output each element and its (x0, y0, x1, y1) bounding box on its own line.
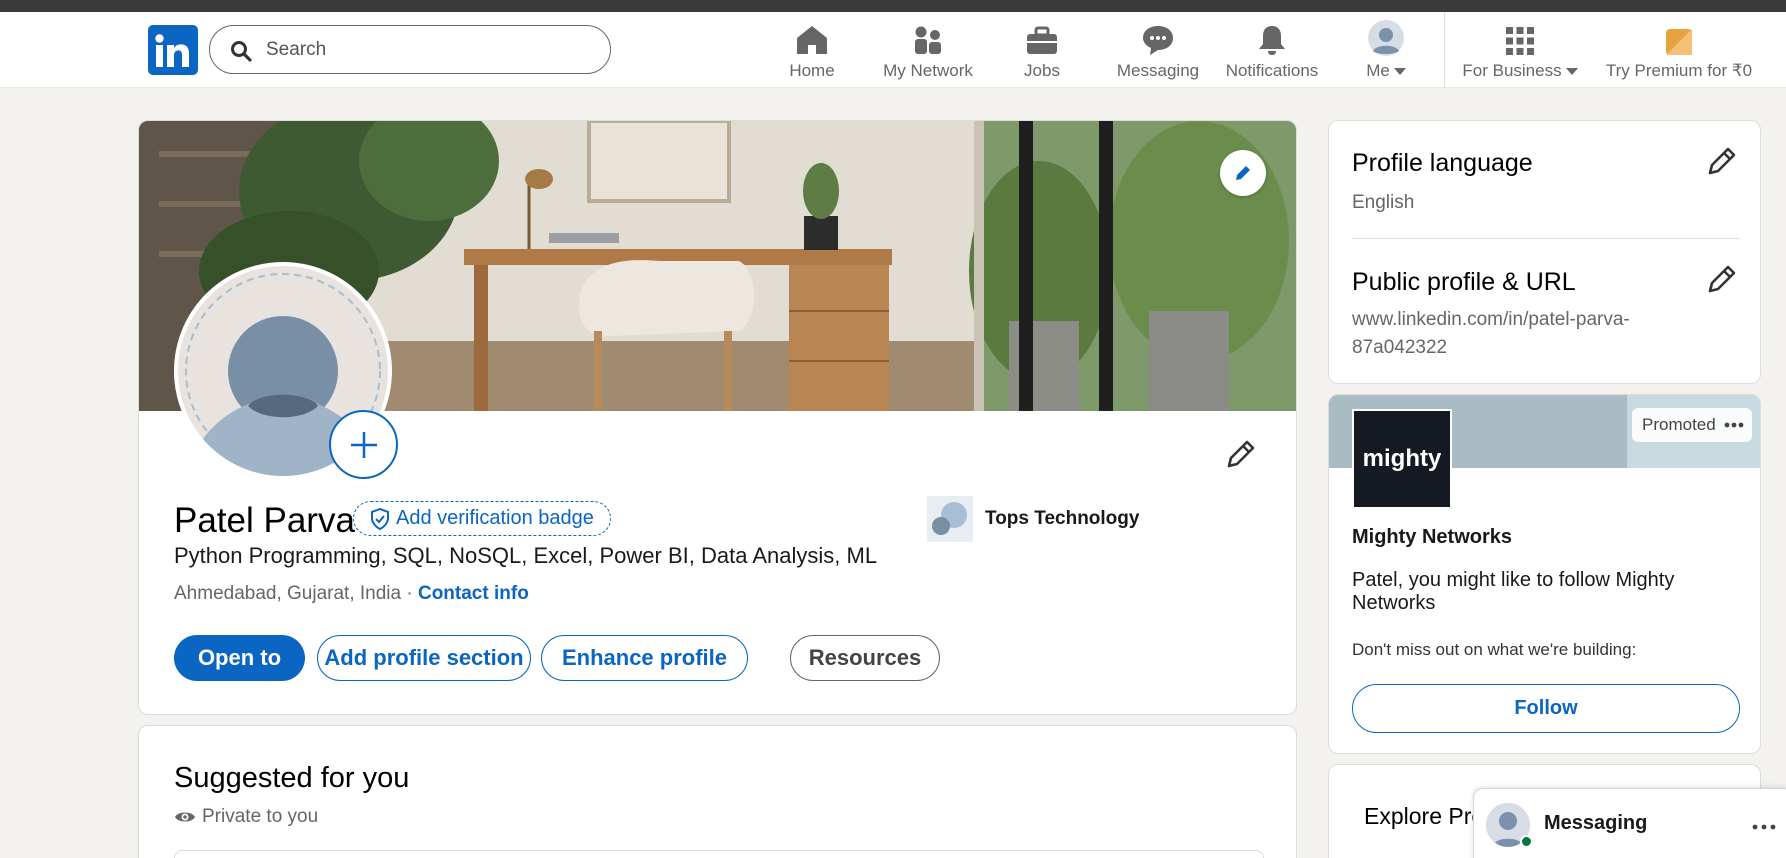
linkedin-logo-mark (155, 34, 189, 67)
caret-down-icon (1565, 68, 1578, 76)
online-status-dot (1520, 835, 1533, 848)
divider (1352, 238, 1740, 239)
add-photo-button[interactable] (329, 410, 398, 479)
nav-jobs[interactable]: Jobs (1003, 20, 1081, 84)
messaging-label: Messaging (1544, 812, 1648, 834)
edit-language-button[interactable] (1706, 145, 1738, 182)
public-profile-url-line1: www.linkedin.com/in/patel-parva- (1352, 309, 1630, 330)
nav-messaging[interactable]: Messaging (1108, 20, 1208, 84)
briefcase-icon (1027, 26, 1057, 54)
current-company[interactable]: Tops Technology (927, 496, 1139, 542)
nav-jobs-label: Jobs (1024, 61, 1060, 80)
linkedin-logo[interactable] (148, 25, 198, 75)
nav-for-business-label: For Business (1462, 61, 1562, 80)
explore-title: Explore Pre (1364, 803, 1485, 829)
contact-info-link[interactable]: Contact info (418, 583, 529, 604)
nav-messaging-label: Messaging (1116, 61, 1200, 80)
pencil-icon (1708, 265, 1736, 293)
suggested-card: Suggested for you Private to you (138, 725, 1297, 858)
location-separator: · (401, 583, 418, 604)
promo-message: Patel, you might like to follow Mighty N… (1352, 569, 1675, 614)
enhance-profile-button[interactable]: Enhance profile (541, 635, 748, 681)
privacy-label: Private to you (202, 806, 319, 827)
caret-down-icon (1393, 68, 1406, 76)
nav-try-premium-label: Try Premium for ₹0 (1605, 61, 1753, 80)
search-bar[interactable] (209, 25, 611, 74)
global-nav: Home My Network Jobs Messaging Notificat… (0, 12, 1786, 88)
promo-logo-text: mighty (1362, 445, 1442, 472)
promo-company-name[interactable]: Mighty Networks (1352, 526, 1512, 549)
profile-language-title: Profile language (1352, 149, 1533, 177)
pencil-icon (1227, 440, 1255, 468)
company-logo (927, 496, 973, 542)
follow-button[interactable]: Follow (1352, 684, 1740, 733)
search-input[interactable] (266, 36, 586, 64)
premium-icon (1666, 29, 1692, 55)
privacy-note: Private to you (174, 806, 318, 828)
mighty-networks-logo[interactable]: mighty (1352, 409, 1452, 509)
verification-badge-label: Add verification badge (396, 507, 594, 529)
nav-home[interactable]: Home (773, 20, 851, 84)
add-profile-section-button[interactable]: Add profile section (317, 635, 531, 681)
promo-description: Don't miss out on what we're building: (1352, 640, 1637, 659)
promoted-card: mighty Promoted Mighty Networks Patel, y… (1328, 394, 1761, 754)
add-verification-badge-button[interactable]: Add verification badge (353, 501, 611, 536)
profile-headline: Python Programming, SQL, NoSQL, Excel, P… (174, 543, 878, 568)
browser-top-strip (0, 0, 1786, 12)
home-icon (797, 26, 827, 54)
nav-me[interactable]: Me (1355, 20, 1417, 84)
nav-me-label: Me (1366, 61, 1390, 80)
edit-url-button[interactable] (1706, 263, 1738, 300)
more-options-icon[interactable] (1752, 813, 1776, 836)
public-profile-url-line2: 87a042322 (1352, 337, 1448, 358)
nav-notifications[interactable]: Notifications (1222, 20, 1322, 84)
nav-try-premium[interactable]: Try Premium for ₹0 (1604, 20, 1754, 84)
pencil-icon (1708, 147, 1736, 175)
resources-button[interactable]: Resources (790, 635, 940, 681)
profile-location: Ahmedabad, Gujarat, India (174, 583, 402, 604)
company-name: Tops Technology (985, 508, 1140, 529)
profile-settings-card: Profile language English Public profile … (1328, 120, 1761, 384)
edit-intro-button[interactable] (1225, 438, 1257, 475)
profile-name: Patel Parva (174, 501, 355, 540)
profile-card: Patel Parva Add verification badge Pytho… (138, 120, 1297, 715)
nav-for-business[interactable]: For Business (1458, 20, 1582, 84)
grid-icon (1506, 27, 1534, 55)
suggestion-item[interactable] (174, 850, 1264, 858)
bell-icon (1259, 26, 1285, 55)
shield-check-icon (371, 507, 389, 530)
pencil-icon (1236, 166, 1250, 180)
suggested-title: Suggested for you (174, 762, 410, 794)
more-options-icon[interactable] (1724, 422, 1744, 428)
open-to-button[interactable]: Open to (174, 635, 305, 681)
plus-icon (350, 431, 377, 458)
nav-divider (1444, 12, 1445, 88)
company-logo-placeholder (927, 496, 973, 542)
public-profile-title: Public profile & URL (1352, 268, 1576, 296)
edit-banner-button[interactable] (1220, 150, 1266, 196)
messaging-overlay[interactable]: Messaging (1473, 788, 1786, 858)
avatar (1368, 20, 1404, 56)
nav-home-label: Home (789, 61, 835, 80)
eye-icon (175, 812, 195, 822)
nav-my-network[interactable]: My Network (873, 20, 983, 84)
network-icon (915, 26, 941, 54)
chat-icon (1143, 26, 1173, 55)
nav-notifications-label: Notifications (1225, 61, 1319, 80)
nav-my-network-label: My Network (883, 61, 973, 80)
promoted-tag: Promoted (1632, 408, 1752, 442)
search-icon (231, 41, 252, 62)
promoted-label: Promoted (1642, 415, 1716, 434)
profile-location-line: Ahmedabad, Gujarat, India · Contact info (174, 583, 529, 605)
profile-language-value: English (1352, 192, 1415, 213)
